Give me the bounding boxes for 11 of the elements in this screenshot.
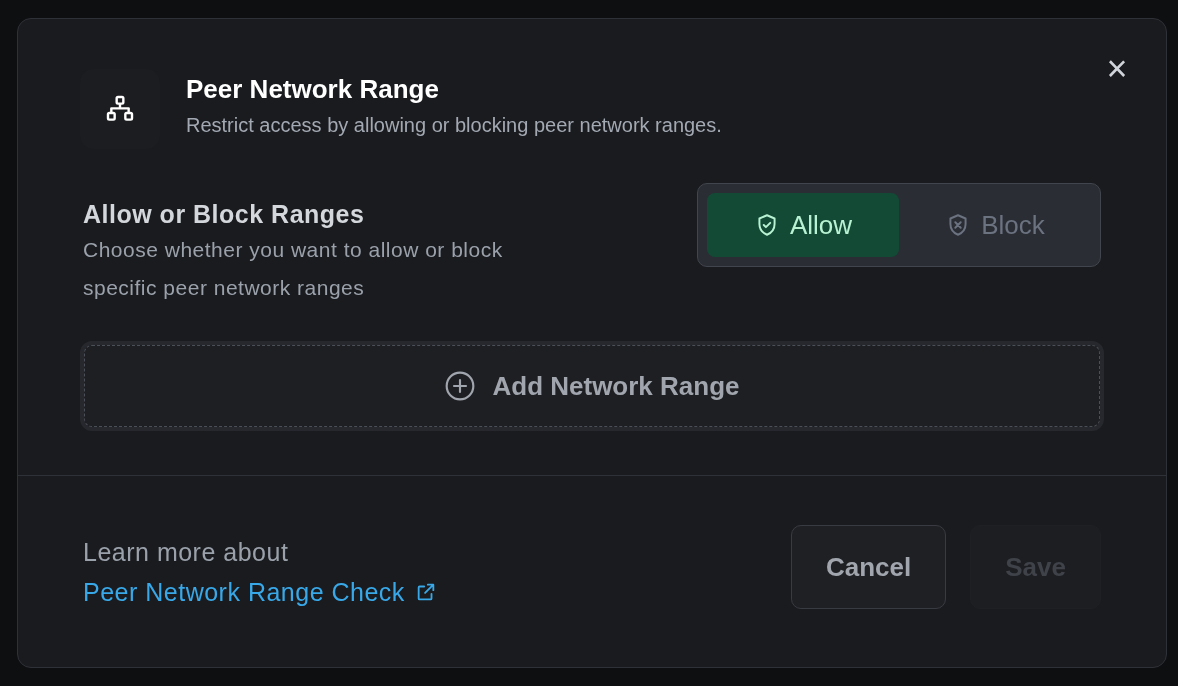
- segment-tab[interactable]: Allow: [707, 193, 899, 257]
- add-range-button[interactable]: Add Network Range: [80, 341, 1104, 431]
- section-heading: Allow or Block Ranges: [83, 199, 366, 230]
- plus-circle-icon: [444, 370, 477, 402]
- cancel-button[interactable]: Cancel: [791, 525, 947, 609]
- docs-link[interactable]: Peer Network Range Check: [83, 572, 437, 612]
- dialog-subtitle: Restrict access by allowing or blocking peer network ranges.: [186, 113, 722, 138]
- section-description: Choose whether you want to allow or block specific peer network ranges: [83, 237, 504, 301]
- dialog-title: Peer Network Range: [186, 73, 440, 106]
- close-button[interactable]: ×: [1102, 49, 1132, 89]
- footer-note: Learn more about: [83, 537, 290, 568]
